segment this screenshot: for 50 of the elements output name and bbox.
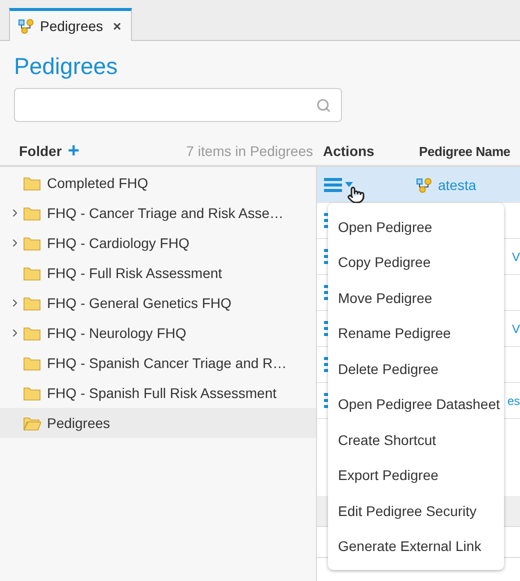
- menu-item[interactable]: Delete Pedigree: [328, 351, 504, 386]
- pedigree-icon: [416, 176, 432, 192]
- item-count: 7 items in Pedigrees: [186, 143, 313, 159]
- menu-item[interactable]: Create Shortcut: [328, 422, 504, 458]
- page-title: Pedigrees: [14, 53, 119, 80]
- menu-icon[interactable]: [324, 178, 342, 192]
- folder-item[interactable]: FHQ - Neurology FHQ: [0, 318, 316, 348]
- menu-item[interactable]: Open Pedigree Datasheet: [328, 386, 504, 422]
- tab[interactable]: Pedigrees ×: [9, 8, 132, 41]
- folder-icon: [23, 236, 41, 250]
- search-field[interactable]: [14, 88, 342, 122]
- folder-icon: [23, 356, 41, 370]
- menu-item[interactable]: Export Pedigree: [328, 458, 504, 493]
- pedigree-link[interactable]: es: [507, 394, 520, 408]
- open-folder-icon: [23, 416, 41, 430]
- folder-icon: [23, 386, 41, 400]
- menu-item[interactable]: Edit Pedigree Security: [328, 493, 504, 528]
- folder-item[interactable]: FHQ - General Genetics FHQ: [0, 288, 316, 318]
- folder-item[interactable]: FHQ - Spanish Cancer Triage and R…: [0, 348, 316, 378]
- menu-item[interactable]: Open Pedigree: [328, 209, 504, 244]
- folder-icon: [23, 296, 41, 310]
- kebab-icon[interactable]: [324, 284, 328, 300]
- kebab-icon[interactable]: [324, 392, 328, 408]
- pedigree-link[interactable]: V: [512, 322, 520, 336]
- folder-item[interactable]: Pedigrees: [0, 408, 316, 438]
- kebab-icon[interactable]: [324, 320, 328, 336]
- kebab-icon[interactable]: [324, 356, 328, 372]
- folder-item[interactable]: FHQ - Full Risk Assessment: [0, 258, 316, 288]
- folder-item[interactable]: FHQ - Spanish Full Risk Assessment: [0, 378, 316, 408]
- caret-icon[interactable]: [345, 182, 353, 187]
- folder-header: Folder: [19, 143, 62, 159]
- folder-icon: [23, 206, 41, 220]
- column-header: Actions: [322, 143, 376, 159]
- close-button[interactable]: ×: [113, 18, 122, 34]
- folder-icon: [23, 176, 41, 190]
- menu-item[interactable]: Move Pedigree: [328, 280, 504, 316]
- folder-icon: [23, 326, 41, 340]
- menu-item[interactable]: Copy Pedigree: [328, 244, 504, 280]
- search-icon: [316, 98, 331, 112]
- pedigree-link[interactable]: V: [512, 250, 520, 264]
- kebab-icon[interactable]: [324, 212, 328, 228]
- folder-item[interactable]: Completed FHQ: [0, 168, 316, 198]
- pedigree-icon: [18, 18, 34, 34]
- column-header: Pedigree Name: [419, 144, 510, 158]
- menu-item[interactable]: Rename Pedigree: [328, 316, 504, 351]
- folder-item[interactable]: FHQ - Cancer Triage and Risk Asse…: [0, 198, 316, 228]
- folder-item[interactable]: FHQ - Cardiology FHQ: [0, 228, 316, 258]
- kebab-icon[interactable]: [324, 248, 328, 264]
- menu-item[interactable]: Generate External Link: [328, 528, 504, 564]
- folder-icon: [23, 266, 41, 280]
